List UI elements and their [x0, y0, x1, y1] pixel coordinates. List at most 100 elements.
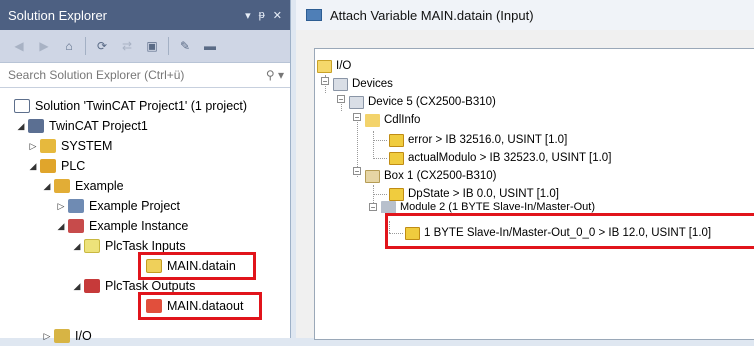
tree-item-example[interactable]: ◢ Example: [40, 176, 124, 196]
tree-item-label: PLC: [61, 159, 86, 173]
solution-explorer-panel: Solution Explorer ▾ ᵽ ✕ ◀ ▶ ⌂ ⟳ ⇄ ▣ ✎ ▬ …: [0, 0, 291, 343]
collapsed-arrow-icon[interactable]: ▷: [26, 141, 40, 152]
tree-item-label: PlcTask Outputs: [105, 279, 196, 293]
tree-item-label: Example Project: [89, 199, 181, 213]
collapse-toggle[interactable]: −: [321, 77, 329, 86]
forward-icon[interactable]: ▶: [35, 37, 53, 55]
tree-item-label: Device 5 (CX2500-B310): [368, 96, 496, 108]
tree-item-actualmodulo[interactable]: actualModulo > IB 32523.0, USINT [1.0]: [389, 149, 611, 167]
close-icon[interactable]: ✕: [273, 9, 282, 22]
expanded-arrow-icon[interactable]: ◢: [54, 221, 68, 232]
tree-item-label: Module 2 (1 BYTE Slave-In/Master-Out): [400, 201, 596, 213]
tree-item-devices[interactable]: Devices: [333, 75, 393, 93]
input-variable-icon: [389, 133, 404, 147]
solution-explorer-titlebar: Solution Explorer ▾ ᵽ ✕: [0, 0, 290, 30]
module-icon: [381, 201, 396, 213]
expanded-arrow-icon[interactable]: ◢: [14, 121, 28, 132]
tree-item-label: Devices: [352, 78, 393, 90]
folder-icon: [365, 113, 380, 127]
device-icon: [349, 95, 364, 109]
outputs-folder-icon: [84, 279, 100, 293]
properties-icon[interactable]: ✎: [176, 37, 194, 55]
tree-item-system[interactable]: ▷ SYSTEM: [26, 136, 112, 156]
expanded-arrow-icon[interactable]: ◢: [70, 281, 84, 292]
tree-connector: [373, 140, 387, 141]
expanded-arrow-icon[interactable]: ◢: [26, 161, 40, 172]
tree-item-label: Example Instance: [89, 219, 189, 233]
tree-item-label: error > IB 32516.0, USINT [1.0]: [408, 134, 568, 146]
tree-item-example-instance[interactable]: ◢ Example Instance: [54, 216, 188, 236]
input-variable-icon: [389, 187, 404, 201]
tree-connector: [373, 194, 387, 195]
inputs-folder-icon: [84, 239, 100, 253]
instance-icon: [68, 219, 84, 233]
toolbar-separator: [168, 37, 169, 55]
tree-item-solution[interactable]: Solution 'TwinCAT Project1' (1 project): [14, 96, 247, 116]
collapse-toggle[interactable]: −: [369, 203, 377, 212]
sync-icon[interactable]: ⇄: [118, 37, 136, 55]
dropdown-icon[interactable]: ▾: [245, 9, 251, 22]
back-icon[interactable]: ◀: [10, 37, 28, 55]
io-icon: [54, 329, 70, 343]
pending-changes-icon[interactable]: ⟳: [93, 37, 111, 55]
tree-item-label: Example: [75, 179, 124, 193]
pin-icon[interactable]: ᵽ: [259, 9, 265, 21]
collapse-toggle[interactable]: −: [353, 167, 361, 176]
tree-item-label: SYSTEM: [61, 139, 113, 153]
highlight-box-datain: [138, 252, 256, 280]
expanded-arrow-icon[interactable]: ◢: [70, 241, 84, 252]
tree-item-label: PlcTask Inputs: [105, 239, 186, 253]
attach-variable-dialog: Attach Variable MAIN.datain (Input) − − …: [296, 0, 754, 340]
collapsed-arrow-icon[interactable]: ▷: [40, 331, 54, 342]
box-icon: [365, 169, 380, 183]
project-icon: [68, 199, 84, 213]
example-icon: [54, 179, 70, 193]
dialog-title: Attach Variable MAIN.datain (Input): [330, 7, 534, 23]
toolbar-separator: [85, 37, 86, 55]
collapse-toggle[interactable]: −: [337, 95, 345, 104]
tree-connector: [373, 158, 387, 159]
tree-item-label: TwinCAT Project1: [49, 119, 148, 133]
tree-item-module-2[interactable]: Module 2 (1 BYTE Slave-In/Master-Out): [381, 201, 595, 213]
tree-item-plc[interactable]: ◢ PLC: [26, 156, 85, 176]
tree-item-label: CdlInfo: [384, 114, 421, 126]
solution-explorer-toolbar: ◀ ▶ ⌂ ⟳ ⇄ ▣ ✎ ▬: [0, 30, 290, 63]
devices-icon: [333, 77, 348, 91]
tree-item-label: actualModulo > IB 32523.0, USINT [1.0]: [408, 152, 612, 164]
collapsed-arrow-icon[interactable]: ▷: [54, 201, 68, 212]
tree-item-cdlinfo[interactable]: CdlInfo: [365, 111, 420, 129]
plc-icon: [40, 159, 56, 173]
tree-item-io[interactable]: ▷ I/O: [40, 326, 92, 346]
collapse-all-icon[interactable]: ▣: [143, 37, 161, 55]
tree-item-label: Solution 'TwinCAT Project1' (1 project): [35, 99, 248, 113]
system-icon: [40, 139, 56, 153]
tree-item-twincat-project[interactable]: ◢ TwinCAT Project1: [14, 116, 148, 136]
tree-item-label: I/O: [75, 329, 92, 343]
expanded-arrow-icon[interactable]: ◢: [40, 181, 54, 192]
tree-item-label: DpState > IB 0.0, USINT [1.0]: [408, 188, 559, 200]
dialog-titlebar: Attach Variable MAIN.datain (Input): [296, 0, 754, 30]
home-icon[interactable]: ⌂: [60, 37, 78, 55]
tree-item-box-1[interactable]: Box 1 (CX2500-B310): [365, 167, 497, 185]
tree-item-io-root[interactable]: I/O: [317, 57, 351, 75]
tree-connector: [373, 131, 374, 159]
tree-item-label: I/O: [336, 60, 352, 72]
highlight-box-dataout: [138, 292, 262, 320]
tree-item-example-project[interactable]: ▷ Example Project: [54, 196, 180, 216]
highlight-box-selected-variable: [385, 213, 754, 249]
variable-tree: − − − − − I/O Devices Device 5 (CX2500-B…: [314, 48, 754, 340]
preview-icon[interactable]: ▬: [201, 37, 219, 55]
collapse-toggle[interactable]: −: [353, 113, 361, 122]
search-input[interactable]: Search Solution Explorer (Ctrl+ü) ⚲ ▾: [0, 63, 290, 88]
solution-explorer-title: Solution Explorer: [8, 7, 107, 23]
search-icon[interactable]: ⚲ ▾: [266, 68, 284, 82]
search-placeholder: Search Solution Explorer (Ctrl+ü): [8, 68, 185, 82]
tree-item-label: Box 1 (CX2500-B310): [384, 170, 497, 182]
io-icon: [317, 59, 332, 73]
twincat-project-icon: [28, 119, 44, 133]
solution-icon: [14, 99, 30, 113]
window-icon: [306, 9, 322, 21]
tree-item-device-5[interactable]: Device 5 (CX2500-B310): [349, 93, 496, 111]
input-variable-icon: [389, 151, 404, 165]
tree-item-error[interactable]: error > IB 32516.0, USINT [1.0]: [389, 131, 567, 149]
